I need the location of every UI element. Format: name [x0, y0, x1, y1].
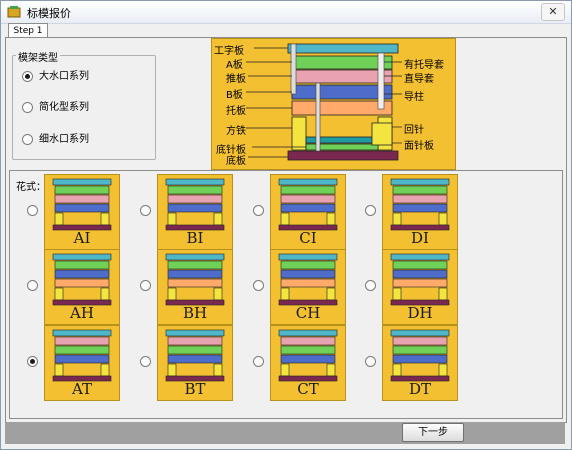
- style-tile-ai[interactable]: AI: [44, 174, 120, 250]
- mold-thumbnail: [52, 253, 112, 306]
- style-tile-ah[interactable]: AH: [44, 249, 120, 325]
- next-step-button[interactable]: 下一步: [402, 423, 464, 442]
- style-label: CI: [299, 229, 317, 247]
- style-label: DH: [407, 304, 433, 322]
- style-label: AH: [70, 304, 94, 322]
- style-radio-ah[interactable]: [27, 280, 38, 291]
- style-tile-at[interactable]: AT: [44, 325, 120, 401]
- style-radio-di[interactable]: [365, 205, 376, 216]
- style-radio-ch[interactable]: [253, 280, 264, 291]
- style-tile-dh[interactable]: DH: [382, 249, 458, 325]
- style-radio-dt[interactable]: [365, 356, 376, 367]
- option-label: 大水口系列: [39, 71, 89, 82]
- radio-icon[interactable]: [22, 101, 33, 113]
- mold-type-option-simplified[interactable]: 简化型系列: [22, 101, 89, 115]
- app-icon: [7, 6, 21, 18]
- style-label: DT: [408, 380, 432, 398]
- option-label: 简化型系列: [39, 102, 89, 113]
- legend-label-clamp-plate: 工字板: [214, 46, 244, 57]
- style-label: CH: [295, 304, 321, 322]
- style-radio-bh[interactable]: [140, 280, 151, 291]
- style-radio-at[interactable]: [27, 356, 38, 367]
- legend-label-face-pin-plate: 面针板: [404, 141, 434, 152]
- style-radio-bt[interactable]: [140, 356, 151, 367]
- legend-label-b-plate: B板: [226, 90, 243, 101]
- mold-thumbnail: [390, 178, 450, 231]
- legend-label-bottom-plate: 底板: [226, 156, 246, 167]
- mold-thumbnail: [165, 178, 225, 231]
- legend-label-shouldered-bushing: 有托导套: [404, 60, 444, 71]
- style-label: BT: [184, 380, 206, 398]
- mold-thumbnail: [278, 329, 338, 382]
- style-label: CT: [297, 380, 319, 398]
- mold-thumbnail: [278, 178, 338, 231]
- radio-icon[interactable]: [22, 70, 33, 82]
- style-label: AT: [71, 380, 93, 398]
- style-tile-bt[interactable]: BT: [157, 325, 233, 401]
- radio-icon[interactable]: [22, 133, 33, 145]
- legend-label-stripper-plate: 推板: [226, 74, 246, 85]
- style-tile-ct[interactable]: CT: [270, 325, 346, 401]
- style-tile-ch[interactable]: CH: [270, 249, 346, 325]
- style-radio-ci[interactable]: [253, 205, 264, 216]
- window-title: 标模报价: [27, 7, 71, 20]
- style-label: DI: [411, 229, 429, 247]
- styles-title: 花式：: [16, 182, 46, 193]
- legend-label-spacer-block: 方铁: [226, 126, 246, 137]
- option-label: 细水口系列: [39, 134, 89, 145]
- style-tile-dt[interactable]: DT: [382, 325, 458, 401]
- status-bar: [5, 422, 565, 444]
- style-tile-di[interactable]: DI: [382, 174, 458, 250]
- style-tile-bh[interactable]: BH: [157, 249, 233, 325]
- legend-label-support-plate: 托板: [226, 106, 246, 117]
- mold-thumbnail: [165, 329, 225, 382]
- legend-label-a-plate: A板: [226, 60, 243, 71]
- style-tile-bi[interactable]: BI: [157, 174, 233, 250]
- legend-label-return-pin: 回针: [404, 125, 424, 136]
- mold-type-option-large-gate[interactable]: 大水口系列: [22, 70, 89, 84]
- tab-step-1[interactable]: Step 1: [8, 23, 48, 38]
- style-label: AI: [73, 229, 91, 247]
- style-radio-bi[interactable]: [140, 205, 151, 216]
- style-label: BH: [182, 304, 208, 322]
- title-bar: 标模报价 ✕: [1, 1, 571, 24]
- mold-thumbnail: [165, 253, 225, 306]
- mold-type-option-small-gate[interactable]: 细水口系列: [22, 133, 89, 147]
- mold-thumbnail: [390, 253, 450, 306]
- style-tile-ci[interactable]: CI: [270, 174, 346, 250]
- style-radio-ct[interactable]: [253, 356, 264, 367]
- style-radio-dh[interactable]: [365, 280, 376, 291]
- legend-label-guide-pin: 导柱: [404, 92, 424, 103]
- style-label: BI: [186, 229, 204, 247]
- mold-thumbnail: [52, 178, 112, 231]
- legend-label-straight-bushing: 直导套: [404, 74, 434, 85]
- mold-thumbnail: [52, 329, 112, 382]
- mold-type-title: 模架类型: [16, 49, 60, 64]
- close-button[interactable]: ✕: [541, 3, 565, 21]
- mold-legend-diagram: 工字板 A板 推板 B板 托板 方铁 底针板 底板 有托导套 直导套 导柱 回针…: [211, 38, 456, 170]
- mold-thumbnail: [278, 253, 338, 306]
- style-radio-ai[interactable]: [27, 205, 38, 216]
- mold-thumbnail: [390, 329, 450, 382]
